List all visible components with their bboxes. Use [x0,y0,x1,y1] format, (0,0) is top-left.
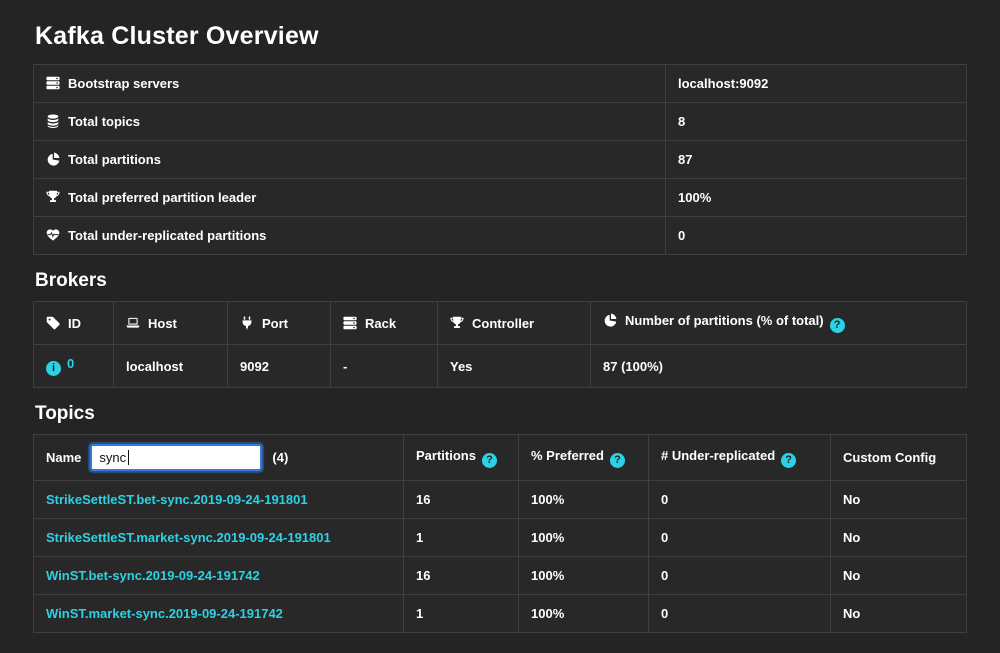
overview-row-value: 100% [666,179,967,217]
cluster-overview-table: Bootstrap servers localhost:9092 Total t… [33,64,967,255]
topic-custom-config: No [831,519,967,557]
broker-row: i0 localhost 9092 - Yes 87 (100%) [34,345,967,388]
topic-name-column-label: Name [46,450,81,465]
table-row: Total preferred partition leader 100% [34,179,967,217]
brokers-heading: Brokers [35,270,967,292]
topic-under-replicated: 0 [649,595,831,633]
text-caret [128,450,129,465]
broker-rack: - [331,345,438,388]
topic-under-replicated: 0 [649,557,831,595]
kafka-cluster-overview-page: Kafka Cluster Overview Bootstrap servers… [0,0,1000,633]
topic-search-wrap [90,444,262,471]
topic-row: StrikeSettleST.market-sync.2019-09-24-19… [34,519,967,557]
topics-header-row: Name (4) Partitions? % Preferred? # Unde… [34,435,967,481]
topic-partitions: 1 [404,595,519,633]
column-header-label: # Under-replicated [661,448,775,463]
column-header-label: ID [68,316,81,331]
topic-partitions: 16 [404,481,519,519]
topic-partitions: 16 [404,557,519,595]
overview-row-value: localhost:9092 [666,65,967,103]
table-row: Bootstrap servers localhost:9092 [34,65,967,103]
topic-partitions: 1 [404,519,519,557]
pie-chart-icon [46,152,60,166]
topic-search-input[interactable] [90,444,262,471]
info-circle-icon[interactable]: i [46,361,61,376]
question-circle-icon[interactable]: ? [781,453,796,468]
topic-name-link[interactable]: WinST.market-sync.2019-09-24-191742 [46,606,283,621]
heartbeat-icon [46,228,60,242]
broker-id-link[interactable]: 0 [67,356,74,371]
overview-row-label: Total partitions [68,152,161,167]
table-row: Total under-replicated partitions 0 [34,217,967,255]
column-header-label: Controller [472,316,534,331]
question-circle-icon[interactable]: ? [610,453,625,468]
topic-name-link[interactable]: StrikeSettleST.bet-sync.2019-09-24-19180… [46,492,308,507]
broker-port: 9092 [228,345,331,388]
plug-icon [240,316,254,330]
overview-row-value: 0 [666,217,967,255]
table-row: Total topics 8 [34,103,967,141]
topic-custom-config: No [831,557,967,595]
page-title: Kafka Cluster Overview [35,22,967,51]
broker-partitions: 87 (100%) [591,345,967,388]
database-icon [46,114,60,128]
column-header-label: Custom Config [843,450,936,465]
topics-table: Name (4) Partitions? % Preferred? # Unde… [33,434,967,633]
server-icon [343,316,357,330]
column-header-label: Partitions [416,448,476,463]
overview-row-label: Total under-replicated partitions [68,228,266,243]
overview-row-value: 8 [666,103,967,141]
server-icon [46,76,60,90]
brokers-table: ID Host Port Rack Controller Number of p… [33,301,967,388]
column-header-label: Number of partitions (% of total) [625,313,824,328]
topic-row: WinST.market-sync.2019-09-24-191742 1 10… [34,595,967,633]
column-header-label: Rack [365,316,396,331]
overview-row-label: Total preferred partition leader [68,190,256,205]
brokers-header-row: ID Host Port Rack Controller Number of p… [34,302,967,345]
column-header-label: % Preferred [531,448,604,463]
question-circle-icon[interactable]: ? [482,453,497,468]
overview-row-label: Bootstrap servers [68,76,179,91]
topic-filter-count: (4) [272,450,288,465]
topics-heading: Topics [35,403,967,425]
topic-row: StrikeSettleST.bet-sync.2019-09-24-19180… [34,481,967,519]
overview-row-value: 87 [666,141,967,179]
broker-host: localhost [114,345,228,388]
topic-preferred: 100% [519,595,649,633]
question-circle-icon[interactable]: ? [830,318,845,333]
table-row: Total partitions 87 [34,141,967,179]
topic-under-replicated: 0 [649,481,831,519]
topic-preferred: 100% [519,557,649,595]
trophy-icon [450,316,464,330]
topic-name-link[interactable]: StrikeSettleST.market-sync.2019-09-24-19… [46,530,331,545]
topic-under-replicated: 0 [649,519,831,557]
topic-preferred: 100% [519,519,649,557]
topic-name-link[interactable]: WinST.bet-sync.2019-09-24-191742 [46,568,260,583]
column-header-label: Port [262,316,288,331]
topic-custom-config: No [831,595,967,633]
tag-icon [46,316,60,330]
laptop-icon [126,316,140,330]
topic-preferred: 100% [519,481,649,519]
column-header-label: Host [148,316,177,331]
pie-chart-icon [603,313,617,327]
overview-row-label: Total topics [68,114,140,129]
topic-row: WinST.bet-sync.2019-09-24-191742 16 100%… [34,557,967,595]
trophy-icon [46,190,60,204]
topic-custom-config: No [831,481,967,519]
broker-controller: Yes [438,345,591,388]
